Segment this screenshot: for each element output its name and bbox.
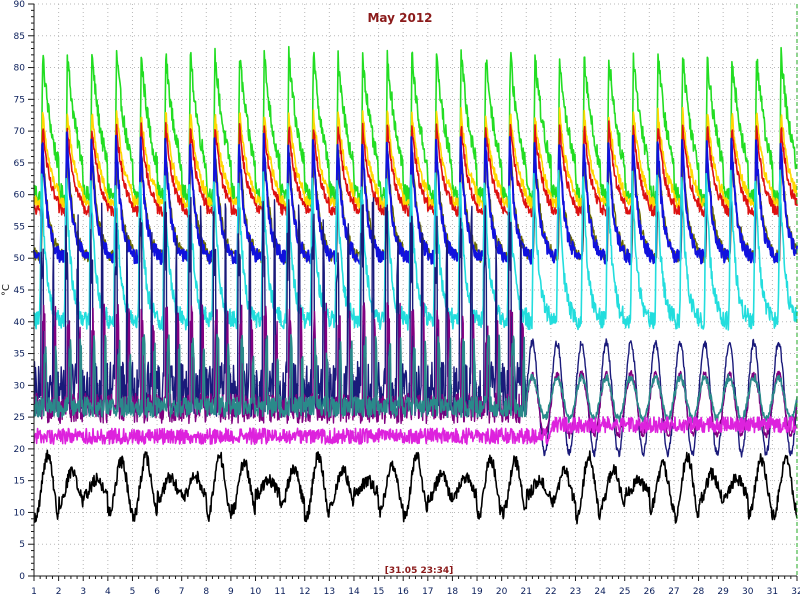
x-tick-label: 30 <box>742 587 754 597</box>
x-tick-label: 1 <box>31 587 37 597</box>
x-tick-label: 28 <box>693 587 705 597</box>
x-tick-label: 29 <box>717 587 729 597</box>
x-tick-label: 17 <box>422 587 433 597</box>
y-tick-label: 80 <box>14 64 26 74</box>
x-tick-label: 26 <box>644 587 656 597</box>
x-tick-label: 16 <box>397 587 409 597</box>
x-tick-label: 5 <box>130 587 136 597</box>
y-tick-label: 20 <box>14 445 26 455</box>
x-tick-label: 27 <box>668 587 679 597</box>
chart-svg: 1 2 3 4 5 6 7 8 9 10 11 12 13 14 15 16 17 18 19 20 21 22 23 24 2… <box>0 0 800 600</box>
y-tick-label: 50 <box>14 254 26 264</box>
y-tick-label: 45 <box>14 286 25 296</box>
x-tick-label: 15 <box>373 587 384 597</box>
y-tick-label: 70 <box>14 127 26 137</box>
y-tick-label: 90 <box>14 0 26 10</box>
x-tick-label: 23 <box>570 587 581 597</box>
chart-title: May 2012 <box>367 11 432 25</box>
x-tick-label: 18 <box>447 587 459 597</box>
y-tick-label: 15 <box>14 477 25 487</box>
x-tick-label: 22 <box>545 587 556 597</box>
x-tick-label: 8 <box>203 587 209 597</box>
x-tick-label: 3 <box>80 587 86 597</box>
y-tick-label: 35 <box>14 350 25 360</box>
x-tick-label: 10 <box>250 587 262 597</box>
x-tick-label: 11 <box>274 587 285 597</box>
y-tick-label: 85 <box>14 32 25 42</box>
x-tick-label: 13 <box>324 587 335 597</box>
y-tick-label: 10 <box>14 508 26 518</box>
x-tick-label: 2 <box>56 587 62 597</box>
y-tick-label: 60 <box>14 191 26 201</box>
x-tick-label: 9 <box>228 587 234 597</box>
y-tick-label: 5 <box>19 540 25 550</box>
x-tick-label: 32 <box>791 587 800 597</box>
x-tick-label: 12 <box>299 587 310 597</box>
x-tick-label: 21 <box>521 587 532 597</box>
y-tick-label: 30 <box>14 381 26 391</box>
x-tick-label: 25 <box>619 587 630 597</box>
y-tick-label: 40 <box>14 318 26 328</box>
x-tick-label: 14 <box>348 587 360 597</box>
x-tick-label: 19 <box>471 587 483 597</box>
x-tick-label: 31 <box>767 587 778 597</box>
y-tick-label: 55 <box>14 222 25 232</box>
x-tick-label: 6 <box>154 587 160 597</box>
y-tick-label: 75 <box>14 95 25 105</box>
x-tick-label: 20 <box>496 587 508 597</box>
x-tick-label: 4 <box>105 587 111 597</box>
y-axis-label: °C <box>1 284 12 296</box>
timestamp-label: [31.05 23:34] <box>385 566 453 576</box>
y-tick-label: 65 <box>14 159 25 169</box>
x-tick-label: 7 <box>179 587 185 597</box>
y-tick-label: 25 <box>14 413 25 423</box>
y-tick-label: 0 <box>19 572 25 582</box>
x-tick-label: 24 <box>594 587 606 597</box>
